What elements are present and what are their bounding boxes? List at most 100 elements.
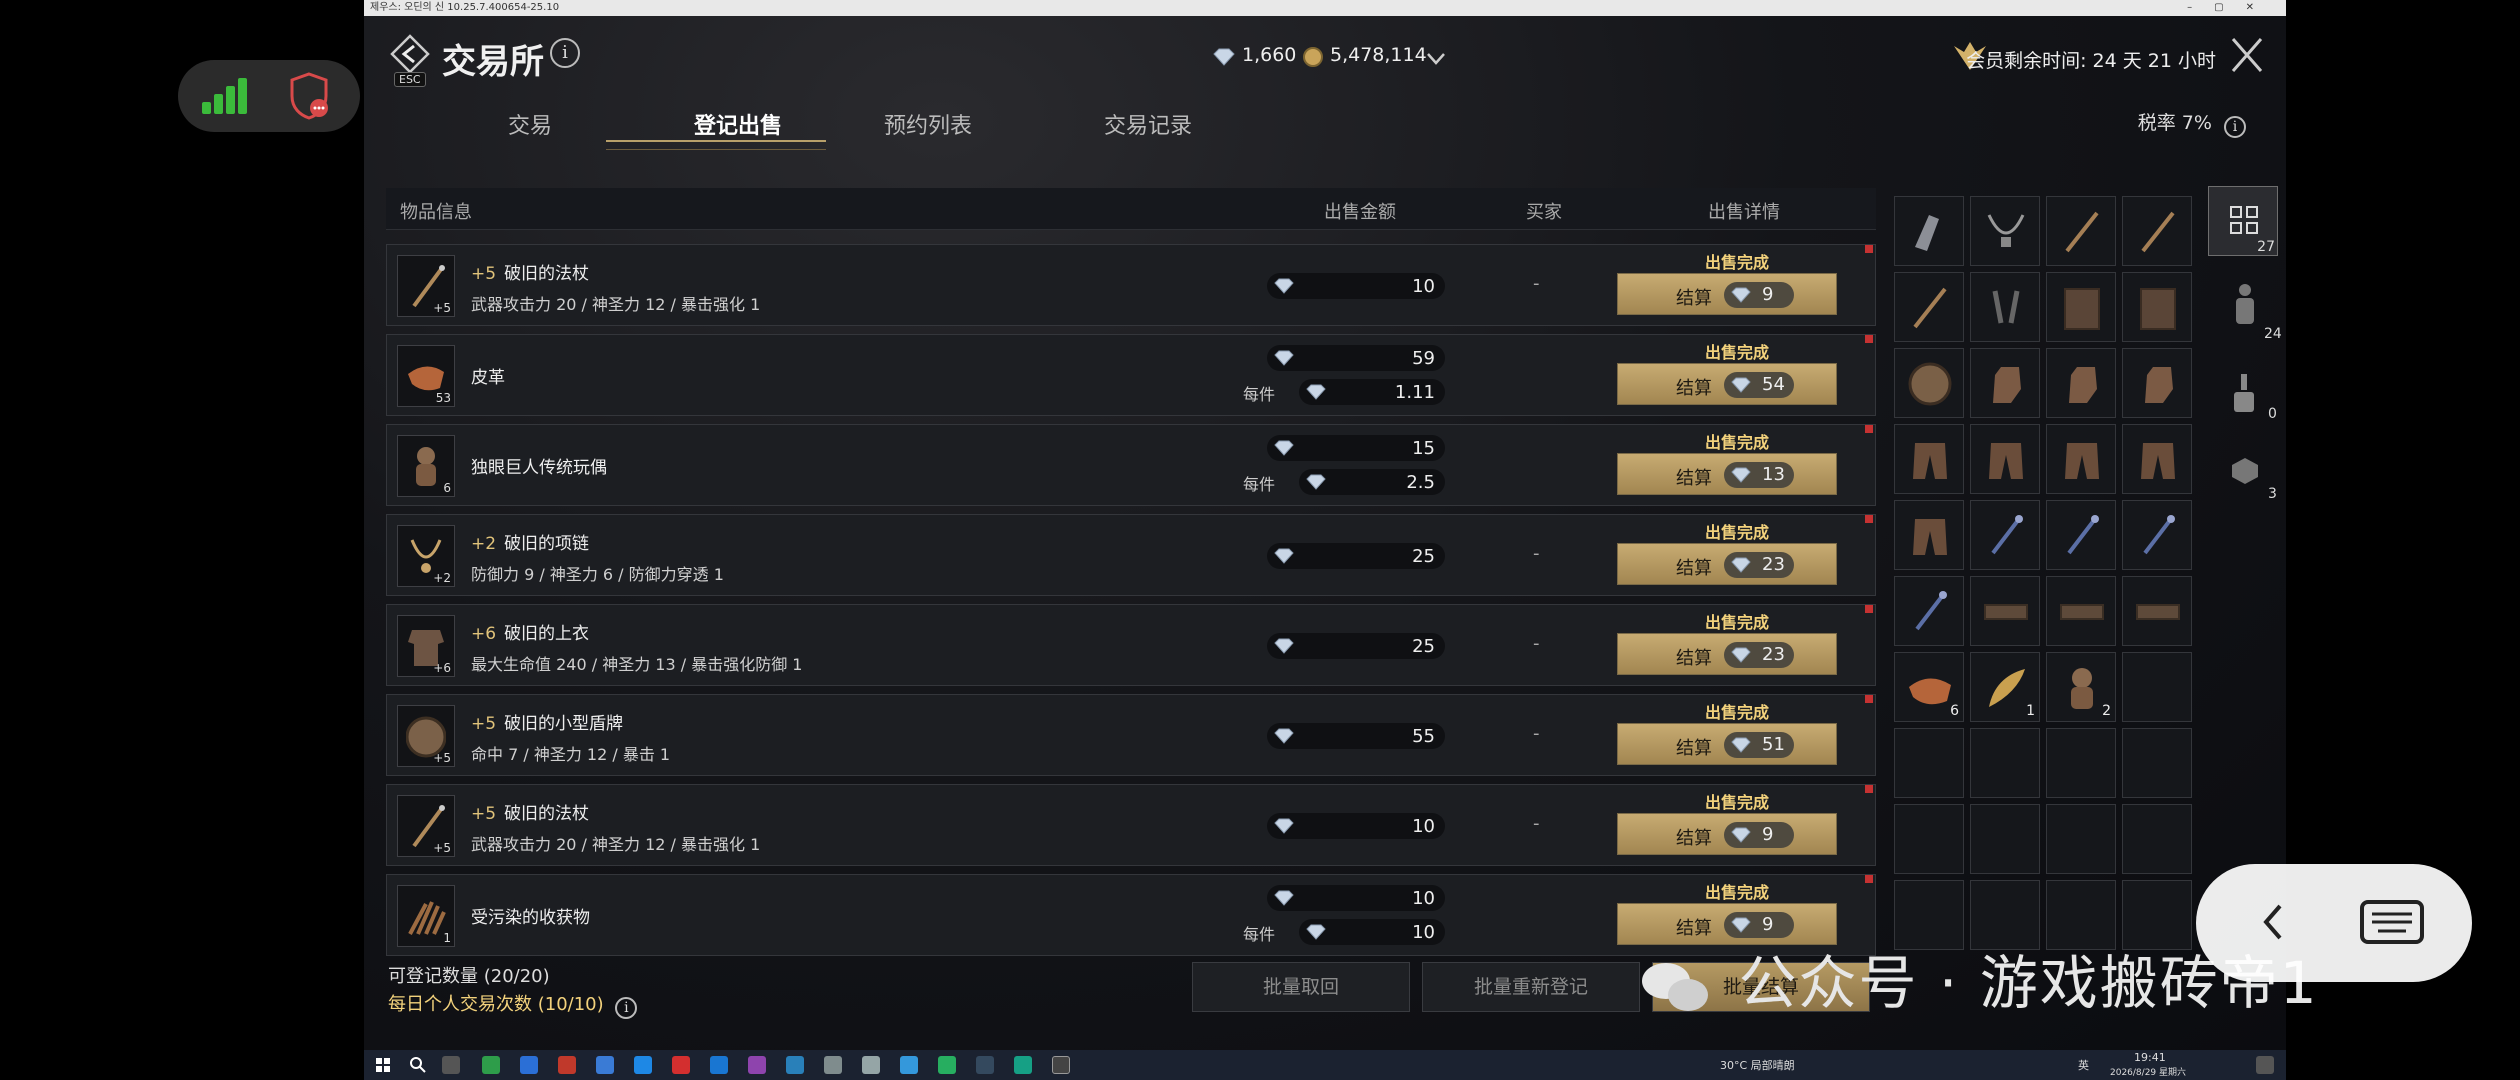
inventory-slot[interactable] [1894, 500, 1964, 570]
inventory-slot[interactable] [1894, 196, 1964, 266]
item-thumbnail[interactable]: +6 [397, 615, 455, 677]
inventory-slot[interactable] [1970, 348, 2040, 418]
windows-start-icon[interactable] [376, 1058, 390, 1072]
settle-button[interactable]: 结算 51 [1617, 723, 1837, 765]
taskbar-app-5-icon[interactable] [634, 1056, 652, 1074]
chevron-down-icon[interactable] [1426, 52, 1446, 66]
search-icon[interactable] [410, 1057, 426, 1073]
wechat-icon[interactable] [1014, 1056, 1032, 1074]
security-shield-icon[interactable] [288, 72, 330, 120]
inventory-slot[interactable] [1970, 804, 2040, 874]
back-arrow-icon[interactable] [2260, 902, 2284, 942]
inventory-slot[interactable] [1970, 424, 2040, 494]
tab-register-sale[interactable]: 登记出售 [694, 108, 782, 140]
inventory-slot[interactable] [2122, 272, 2192, 342]
notification-icon[interactable] [2256, 1056, 2274, 1074]
inventory-slot[interactable] [1894, 728, 1964, 798]
inventory-slot[interactable] [2046, 576, 2116, 646]
inventory-slot[interactable] [2122, 500, 2192, 570]
table-row[interactable]: +5 +5 破旧的法杖 武器攻击力 20 / 神圣力 12 / 暴击强化 1 10 - 出售… [386, 244, 1876, 326]
settle-button[interactable]: 结算 9 [1617, 813, 1837, 855]
tax-info-icon[interactable]: i [2224, 116, 2246, 138]
table-row[interactable]: +6 +6 破旧的上衣 最大生命值 240 / 神圣力 13 / 暴击强化防御 1 25… [386, 604, 1876, 686]
task-view-icon[interactable] [442, 1056, 460, 1074]
inventory-slot[interactable] [1894, 576, 1964, 646]
edge-browser-icon[interactable] [710, 1056, 728, 1074]
input-language[interactable]: 英 [2078, 1057, 2089, 1073]
tab-trade-history[interactable]: 交易记录 [1104, 108, 1192, 140]
settle-button[interactable]: 结算 54 [1617, 363, 1837, 405]
inventory-slot[interactable] [1894, 804, 1964, 874]
tab-trade[interactable]: 交易 [508, 108, 552, 140]
inventory-slot[interactable] [2046, 196, 2116, 266]
taskbar-app-3-icon[interactable] [558, 1056, 576, 1074]
info-icon[interactable]: i [550, 38, 580, 68]
keyboard-icon[interactable] [2360, 900, 2424, 944]
taskbar-app-2-icon[interactable] [520, 1056, 538, 1074]
inventory-all-tab[interactable]: 27 [2208, 186, 2278, 256]
inventory-slot[interactable]: 6 [1894, 652, 1964, 722]
inventory-slot[interactable] [1970, 272, 2040, 342]
window-controls[interactable]: –▢✕ [2187, 0, 2276, 16]
inventory-slot[interactable] [2122, 728, 2192, 798]
back-icon[interactable] [388, 32, 432, 76]
inventory-slot[interactable] [2122, 348, 2192, 418]
taskbar-app-9-icon[interactable] [824, 1056, 842, 1074]
taskbar-app-11-icon[interactable] [938, 1056, 956, 1074]
inventory-slot[interactable] [2046, 424, 2116, 494]
settle-button[interactable]: 结算 9 [1617, 273, 1837, 315]
item-thumbnail[interactable]: +2 [397, 525, 455, 587]
table-row[interactable]: 6 独眼巨人传统玩偶 15 每件 2.5 出售完成 结算 13 [386, 424, 1876, 506]
equipment-tab-icon[interactable] [2230, 282, 2260, 328]
close-icon[interactable] [2228, 34, 2266, 76]
inventory-slot[interactable] [2046, 804, 2116, 874]
inventory-slot[interactable] [2122, 424, 2192, 494]
table-row[interactable]: +5 +5 破旧的小型盾牌 命中 7 / 神圣力 12 / 暴击 1 55 - 出售完成 结算… [386, 694, 1876, 776]
inventory-slot[interactable] [2046, 348, 2116, 418]
item-thumbnail[interactable]: 53 [397, 345, 455, 407]
inventory-slot[interactable] [2122, 652, 2192, 722]
inventory-slot[interactable] [1894, 272, 1964, 342]
inventory-slot[interactable] [2122, 576, 2192, 646]
sale-price: 10 [1267, 813, 1445, 839]
settle-button[interactable]: 结算 23 [1617, 543, 1837, 585]
table-row[interactable]: 53 皮革 59 每件 1.11 出售完成 结算 54 [386, 334, 1876, 416]
inventory-slot[interactable] [2046, 728, 2116, 798]
taskbar-app-10-icon[interactable] [900, 1056, 918, 1074]
tab-reservation-list[interactable]: 预约列表 [884, 108, 972, 140]
settings-gear-icon[interactable] [862, 1056, 880, 1074]
inventory-slot[interactable] [1970, 728, 2040, 798]
taskbar-app-1-icon[interactable] [482, 1056, 500, 1074]
inventory-slot[interactable] [2046, 272, 2116, 342]
taskbar-app-7-icon[interactable] [748, 1056, 766, 1074]
table-row[interactable]: +2 +2 破旧的项链 防御力 9 / 神圣力 6 / 防御力穿透 1 25 - 出售完成结… [386, 514, 1876, 596]
taskbar-app-6-icon[interactable] [672, 1056, 690, 1074]
taskbar-app-4-icon[interactable] [596, 1056, 614, 1074]
inventory-slot[interactable] [1894, 424, 1964, 494]
inventory-slot[interactable]: 1 [1970, 652, 2040, 722]
item-thumbnail[interactable]: +5 [397, 705, 455, 767]
item-thumbnail[interactable]: +5 [397, 795, 455, 857]
inventory-slot[interactable] [2122, 804, 2192, 874]
taskbar-app-12-icon[interactable] [976, 1056, 994, 1074]
inventory-slot[interactable] [2122, 196, 2192, 266]
daily-trade-info-icon[interactable]: i [615, 997, 638, 1019]
inventory-slot[interactable] [1894, 348, 1964, 418]
item-thumbnail[interactable]: +5 [397, 255, 455, 317]
consumable-tab-icon[interactable] [2230, 372, 2258, 414]
table-row[interactable]: +5 +5 破旧的法杖 武器攻击力 20 / 神圣力 12 / 暴击强化 1 10 - 出售… [386, 784, 1876, 866]
inventory-slot[interactable]: 2 [2046, 652, 2116, 722]
bulk-retrieve-button[interactable]: 批量取回 [1192, 962, 1410, 1012]
item-thumbnail[interactable]: 6 [397, 435, 455, 497]
inventory-slot[interactable] [1970, 576, 2040, 646]
inventory-slot[interactable] [1970, 500, 2040, 570]
material-tab-icon[interactable] [2230, 456, 2260, 486]
taskbar-game-icon[interactable] [1052, 1056, 1070, 1074]
settle-button[interactable]: 结算 13 [1617, 453, 1837, 495]
settle-button[interactable]: 结算 23 [1617, 633, 1837, 675]
item-thumbnail[interactable]: 1 [397, 885, 455, 947]
inventory-slot[interactable] [2046, 500, 2116, 570]
inventory-slot[interactable] [1970, 196, 2040, 266]
taskbar-app-8-icon[interactable] [786, 1056, 804, 1074]
bulk-relist-button[interactable]: 批量重新登记 [1422, 962, 1640, 1012]
